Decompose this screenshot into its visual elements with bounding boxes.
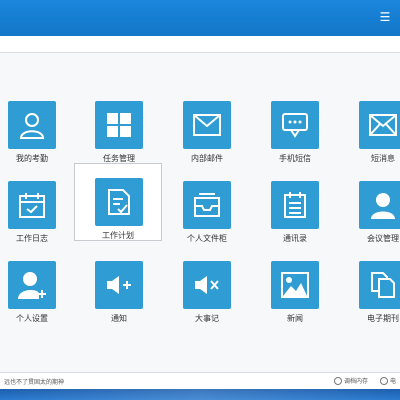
tile-label: 通知 <box>111 314 127 323</box>
app-header: ☰ <box>0 0 400 36</box>
tile-address-book[interactable]: 通讯录 <box>260 177 330 247</box>
sms-icon <box>271 101 319 149</box>
tile-news[interactable]: 新闻 <box>260 257 330 327</box>
speaker-mute-icon <box>183 261 231 309</box>
tile-internal-mail[interactable]: 内部邮件 <box>172 97 242 167</box>
tile-short-message[interactable]: 短消息 <box>348 97 400 167</box>
tile-label: 手机短信 <box>279 154 311 163</box>
scrolling-notice: 远也不了贯固太的期神 <box>4 379 65 386</box>
tile-label: 工作计划 <box>102 231 134 240</box>
status-right-label: 电 <box>390 378 397 385</box>
tile-label: 内部邮件 <box>191 154 223 163</box>
toolbar-strip <box>0 36 400 53</box>
calendar-icon <box>8 181 56 229</box>
plan-doc-icon <box>95 178 143 226</box>
tile-chronicle[interactable]: 大事记 <box>172 257 242 327</box>
tile-personal-cabinet[interactable]: 个人文件柜 <box>172 177 242 247</box>
memory-icon <box>334 376 342 385</box>
tile-my-attendance[interactable]: 我的考勤 <box>0 97 67 167</box>
grid-icon <box>95 101 143 149</box>
os-taskbar <box>0 389 400 400</box>
tile-label: 大事记 <box>195 314 219 323</box>
mail-icon <box>183 101 231 149</box>
tile-e-journal[interactable]: 电子期刊 <box>348 257 400 327</box>
status-right-button[interactable]: 电 <box>380 376 396 385</box>
tile-work-plan[interactable]: 工作计划 <box>74 163 162 241</box>
tile-task-management[interactable]: 任务管理 <box>84 97 154 167</box>
tile-label: 我的考勤 <box>16 154 48 163</box>
power-icon <box>380 376 388 385</box>
tile-label: 通讯录 <box>283 234 307 243</box>
tile-meeting-management[interactable]: 会议管理 <box>348 177 400 247</box>
status-bar: 远也不了贯固太的期神 调档内存 电 <box>0 372 400 389</box>
taskbar-glow <box>0 389 400 400</box>
copy-docs-icon <box>359 261 400 309</box>
envelope-icon <box>359 101 400 149</box>
clear-memory-label: 调档内存 <box>344 378 369 385</box>
clear-memory-button[interactable]: 调档内存 <box>334 376 368 385</box>
menu-icon[interactable]: ☰ <box>376 8 394 26</box>
tile-notice[interactable]: 通知 <box>84 257 154 327</box>
tile-label: 电子期刊 <box>367 314 399 323</box>
user-settings-icon <box>8 261 56 309</box>
tile-label: 短消息 <box>371 154 395 163</box>
tile-label: 工作日志 <box>16 234 48 243</box>
tile-label: 个人设置 <box>16 314 48 323</box>
tile-personal-settings[interactable]: 个人设置 <box>0 257 67 327</box>
address-book-icon <box>271 181 319 229</box>
tile-label: 个人文件柜 <box>187 234 227 243</box>
tile-label: 会议管理 <box>367 234 399 243</box>
tile-mobile-sms[interactable]: 手机短信 <box>260 97 330 167</box>
person-icon <box>8 101 56 149</box>
speaker-plus-icon <box>95 261 143 309</box>
meeting-person-icon <box>359 181 400 229</box>
tile-label: 新闻 <box>287 314 303 323</box>
tile-work-log[interactable]: 工作日志 <box>0 177 67 247</box>
inbox-tray-icon <box>183 181 231 229</box>
image-icon <box>271 261 319 309</box>
app-grid-panel: 我的考勤 任务管理 内部邮件 手机短信 短消息 工作日志 工作计划 个人文件柜 … <box>0 53 400 371</box>
